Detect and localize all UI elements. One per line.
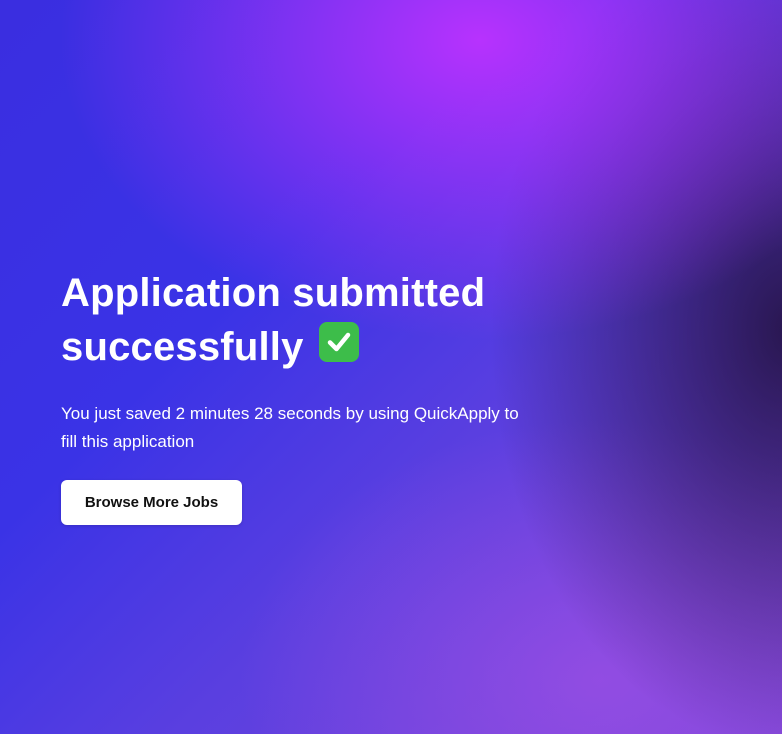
page-title: Application submitted successfully	[61, 266, 581, 374]
title-line-1: Application submitted	[61, 271, 486, 315]
confirmation-panel: Application submitted successfully You j…	[61, 266, 581, 525]
title-line-2: successfully	[61, 325, 304, 369]
browse-more-jobs-button[interactable]: Browse More Jobs	[61, 480, 242, 525]
check-mark-icon	[318, 322, 359, 362]
time-saved-message: You just saved 2 minutes 28 seconds by u…	[61, 404, 519, 451]
